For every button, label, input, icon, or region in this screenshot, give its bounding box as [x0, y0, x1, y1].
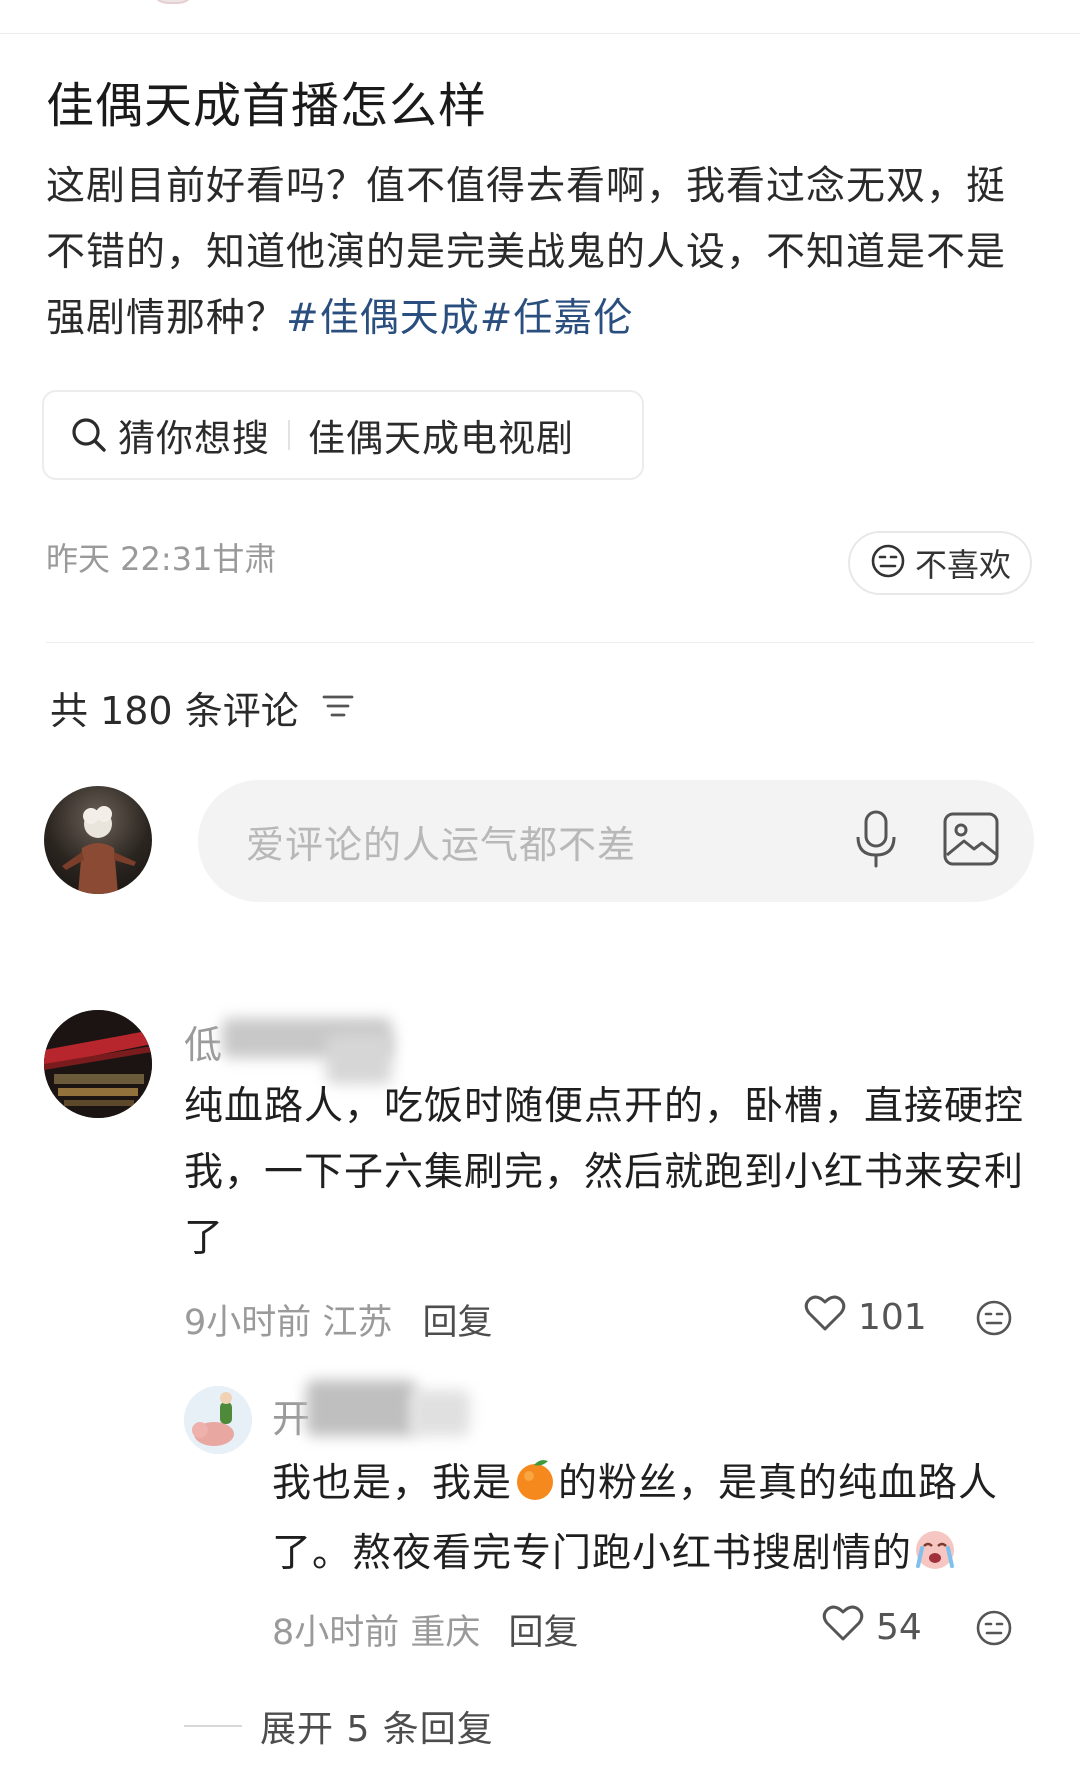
divider [46, 642, 1034, 643]
suggested-search-query: 佳偶天成电视剧 [308, 417, 574, 460]
reply-meta-time-location: 8小时前 重庆 [272, 1604, 480, 1655]
reply-location: 重庆 [410, 1613, 481, 1653]
reply-text-part1: 我也是，我是 [272, 1461, 513, 1506]
chip-divider [288, 420, 290, 450]
comment-input[interactable]: 爱评论的人运气都不差 [198, 780, 1034, 902]
image-icon[interactable] [942, 811, 1000, 871]
replier-name[interactable]: 开 [272, 1388, 310, 1443]
comment-time: 9小时前 [184, 1303, 312, 1343]
microphone-icon[interactable] [854, 809, 898, 873]
blurred-replier-name-tail [410, 1390, 470, 1436]
post-title: 佳偶天成首播怎么样 [46, 78, 488, 134]
heart-icon [804, 1294, 846, 1341]
comment-input-placeholder: 爱评论的人运气都不差 [246, 822, 637, 867]
comment-meta-time-location: 9小时前 江苏 [184, 1294, 392, 1345]
suggested-search-chip[interactable]: 猜你想搜 佳偶天成电视剧 [42, 390, 644, 480]
reply-like-count: 54 [876, 1607, 922, 1648]
post-timestamp-location: 昨天 22:31甘肃 [46, 540, 277, 578]
reply-reply-button[interactable]: 回复 [508, 1604, 578, 1655]
comment-reply-button[interactable]: 回复 [422, 1294, 492, 1345]
expand-line [184, 1725, 242, 1727]
search-icon [70, 416, 108, 454]
current-user-avatar[interactable] [44, 786, 152, 894]
reply-time: 8小时前 [272, 1613, 400, 1653]
dislike-button[interactable]: 不喜欢 [848, 531, 1032, 595]
blurred-replier-name [306, 1380, 416, 1436]
comment-meta: 9小时前 江苏 回复 [184, 1294, 492, 1345]
comment-like-button[interactable]: 101 [804, 1294, 927, 1341]
comment-count: 共 180 条评论 [50, 689, 299, 733]
comment-location: 江苏 [322, 1303, 393, 1343]
expand-replies-label: 展开 5 条回复 [260, 1709, 494, 1750]
heart-icon [822, 1604, 864, 1651]
comments-header: 共 180 条评论 [50, 680, 355, 735]
expand-replies-button[interactable]: 展开 5 条回复 [184, 1700, 494, 1752]
reply-meta: 8小时前 重庆 回复 [272, 1604, 578, 1655]
post-body: 这剧目前好看吗？值不值得去看啊，我看过念无双，挺不错的，知道他演的是完美战鬼的人… [46, 154, 1026, 352]
suggested-search-label: 猜你想搜 [118, 417, 270, 460]
orange-emoji-icon [512, 1456, 558, 1522]
comment-like-count: 101 [858, 1297, 927, 1338]
commenter-avatar[interactable] [44, 1010, 152, 1118]
post-tags[interactable]: #佳偶天成#任嘉伦 [286, 296, 633, 341]
reply-like-button[interactable]: 54 [822, 1604, 922, 1651]
crying-face-emoji-icon [912, 1526, 958, 1592]
replier-avatar[interactable] [184, 1386, 252, 1454]
neutral-face-icon [869, 542, 907, 584]
comment-text: 纯血路人，吃饭时随便点开的，卧槽，直接硬控我，一下子六集刷完，然后就跑到小红书来… [184, 1084, 1025, 1261]
reply-reaction-icon[interactable] [974, 1608, 1014, 1652]
commenter-name[interactable]: 低 [184, 1014, 222, 1069]
author-avatar[interactable] [150, 0, 196, 4]
dislike-label: 不喜欢 [914, 546, 1011, 584]
comment-reaction-icon[interactable] [974, 1298, 1014, 1342]
top-strip [0, 0, 1080, 34]
sort-filter-icon[interactable] [321, 691, 355, 725]
reply-text: 我也是，我是 的粉丝，是真的纯血路人了。熬夜看完专门跑小红书搜剧情的 [272, 1452, 1042, 1592]
